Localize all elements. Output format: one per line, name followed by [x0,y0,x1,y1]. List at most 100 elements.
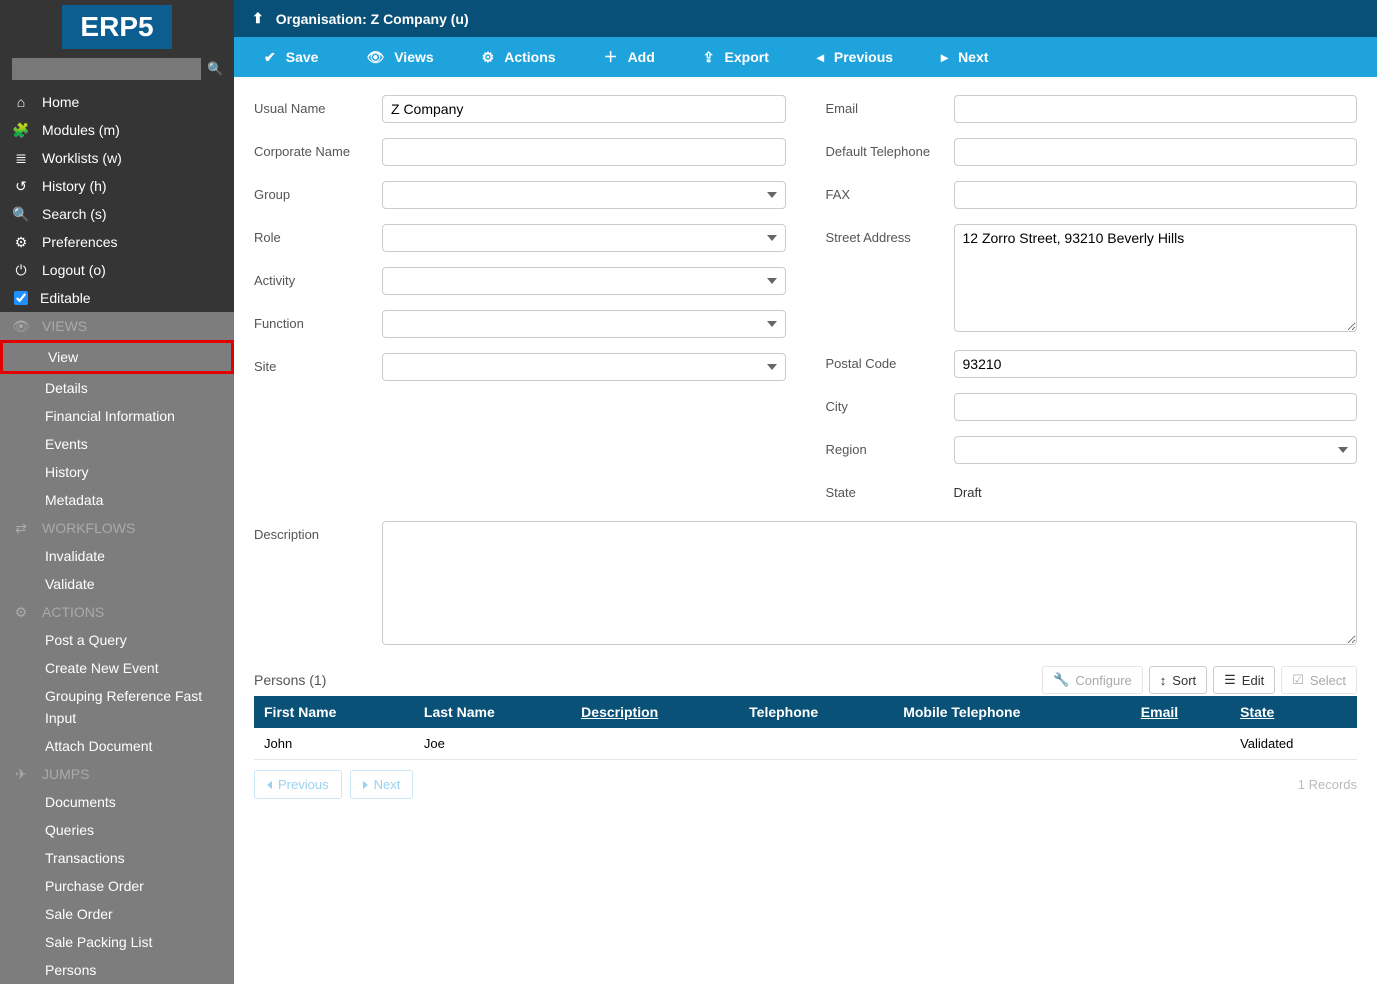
sort-button[interactable]: ↕Sort [1149,666,1207,694]
section-item[interactable]: Sale Packing List [0,928,234,956]
form-left-col: Usual Name Corporate Name Group Role [254,95,786,515]
select-site[interactable] [382,353,786,381]
col-header[interactable]: First Name [254,696,414,728]
form-right-col: Email Default Telephone FAX Street Addre… [826,95,1358,515]
nav-modules-icon: 🧩 [12,119,30,141]
section-icon: 👁 [12,315,30,337]
section-item[interactable]: Sale Order [0,900,234,928]
label-default-phone: Default Telephone [826,138,954,159]
cell: John [254,728,414,760]
label-usual-name: Usual Name [254,95,382,116]
section-item[interactable]: History [0,458,234,486]
col-header[interactable]: Description [571,696,739,728]
section-item[interactable]: Grouping Reference Fast Input [0,682,234,732]
input-email[interactable] [954,95,1358,123]
section-item[interactable]: Invalidate [0,542,234,570]
section-item[interactable]: Persons [0,956,234,984]
configure-button[interactable]: 🔧Configure [1042,666,1143,694]
tb-add[interactable]: ＋Add [580,37,679,77]
breadcrumb[interactable]: Organisation: Z Company (u) [276,11,469,27]
editable-label: Editable [40,287,91,309]
tb-previous[interactable]: ◂Previous [793,37,917,77]
label-city: City [826,393,954,414]
select-region[interactable] [954,436,1358,464]
section-jumps: ✈JUMPS [0,760,234,788]
persons-section: Persons (1) 🔧Configure ↕Sort ☰Edit ☑Sele… [234,666,1377,819]
select-role[interactable] [382,224,786,252]
sidebar-search-input[interactable] [12,58,201,80]
section-item[interactable]: Attach Document [0,732,234,760]
select-group[interactable] [382,181,786,209]
caret-left-icon [267,781,272,789]
page-next-button[interactable]: Next [350,770,414,799]
cell: Validated [1230,728,1357,760]
input-usual-name[interactable] [382,95,786,123]
nav-history[interactable]: ↺History (h) [0,172,234,200]
section-item[interactable]: Documents [0,788,234,816]
section-item[interactable]: Create New Event [0,654,234,682]
nav-search[interactable]: 🔍Search (s) [0,200,234,228]
section-item[interactable]: Transactions [0,844,234,872]
tb-save[interactable]: ✔Save [240,37,342,77]
page-prev-button[interactable]: Previous [254,770,342,799]
select-function[interactable] [382,310,786,338]
tb-next[interactable]: ▸Next [917,37,1012,77]
nav-editable[interactable]: Editable [0,284,234,312]
section-workflows: ⇄WORKFLOWS [0,514,234,542]
section-item[interactable]: Details [0,374,234,402]
up-icon[interactable]: ⬆ [252,10,264,27]
chevron-down-icon [767,278,777,284]
tb-actions[interactable]: ⚙Actions [458,37,580,77]
input-fax[interactable] [954,181,1358,209]
nav-worklists[interactable]: ≣Worklists (w) [0,144,234,172]
input-default-phone[interactable] [954,138,1358,166]
input-postal[interactable] [954,350,1358,378]
select-button[interactable]: ☑Select [1281,666,1357,694]
input-city[interactable] [954,393,1358,421]
chevron-down-icon [767,321,777,327]
col-header[interactable]: Email [1131,696,1230,728]
tb-export[interactable]: ⇪Export [679,37,793,77]
label-function: Function [254,310,382,331]
cell [1131,728,1230,760]
toolbar: ✔Save👁Views⚙Actions＋Add⇪Export◂Previous▸… [234,37,1377,77]
nav-history-icon: ↺ [12,175,30,197]
nav-preferences-icon: ⚙ [12,231,30,253]
section-item[interactable]: Metadata [0,486,234,514]
nav-modules[interactable]: 🧩Modules (m) [0,116,234,144]
search-icon[interactable]: 🔍 [207,61,223,77]
chevron-down-icon [767,235,777,241]
section-item[interactable]: Post a Query [0,626,234,654]
tb-next-icon: ▸ [941,49,948,66]
textarea-street[interactable]: 12 Zorro Street, 93210 Beverly Hills [954,224,1358,332]
col-header[interactable]: Mobile Telephone [893,696,1131,728]
section-item[interactable]: Queries [0,816,234,844]
label-site: Site [254,353,382,374]
nav-logout-icon: ⏻ [12,259,30,281]
select-activity[interactable] [382,267,786,295]
table-row[interactable]: JohnJoeValidated [254,728,1357,760]
nav-preferences[interactable]: ⚙Preferences [0,228,234,256]
nav-home-icon: ⌂ [12,91,30,113]
col-header[interactable]: Telephone [739,696,893,728]
col-header[interactable]: Last Name [414,696,571,728]
editable-checkbox[interactable] [14,291,28,305]
section-item[interactable]: Financial Information [0,402,234,430]
input-corporate-name[interactable] [382,138,786,166]
tb-views-icon: 👁 [366,49,384,66]
section-item[interactable]: Purchase Order [0,872,234,900]
app-logo: ERP5 [62,5,171,49]
textarea-description[interactable] [382,521,1357,645]
tb-views[interactable]: 👁Views [342,37,457,77]
nav-home[interactable]: ⌂Home [0,88,234,116]
list-icon: ☰ [1224,672,1236,688]
col-header[interactable]: State [1230,696,1357,728]
section-item[interactable]: View [0,340,234,374]
header-bar: ⬆ Organisation: Z Company (u) [234,0,1377,37]
edit-button[interactable]: ☰Edit [1213,666,1275,694]
section-item[interactable]: Events [0,430,234,458]
tb-add-icon: ＋ [604,47,618,67]
chevron-down-icon [767,364,777,370]
section-item[interactable]: Validate [0,570,234,598]
nav-logout[interactable]: ⏻Logout (o) [0,256,234,284]
